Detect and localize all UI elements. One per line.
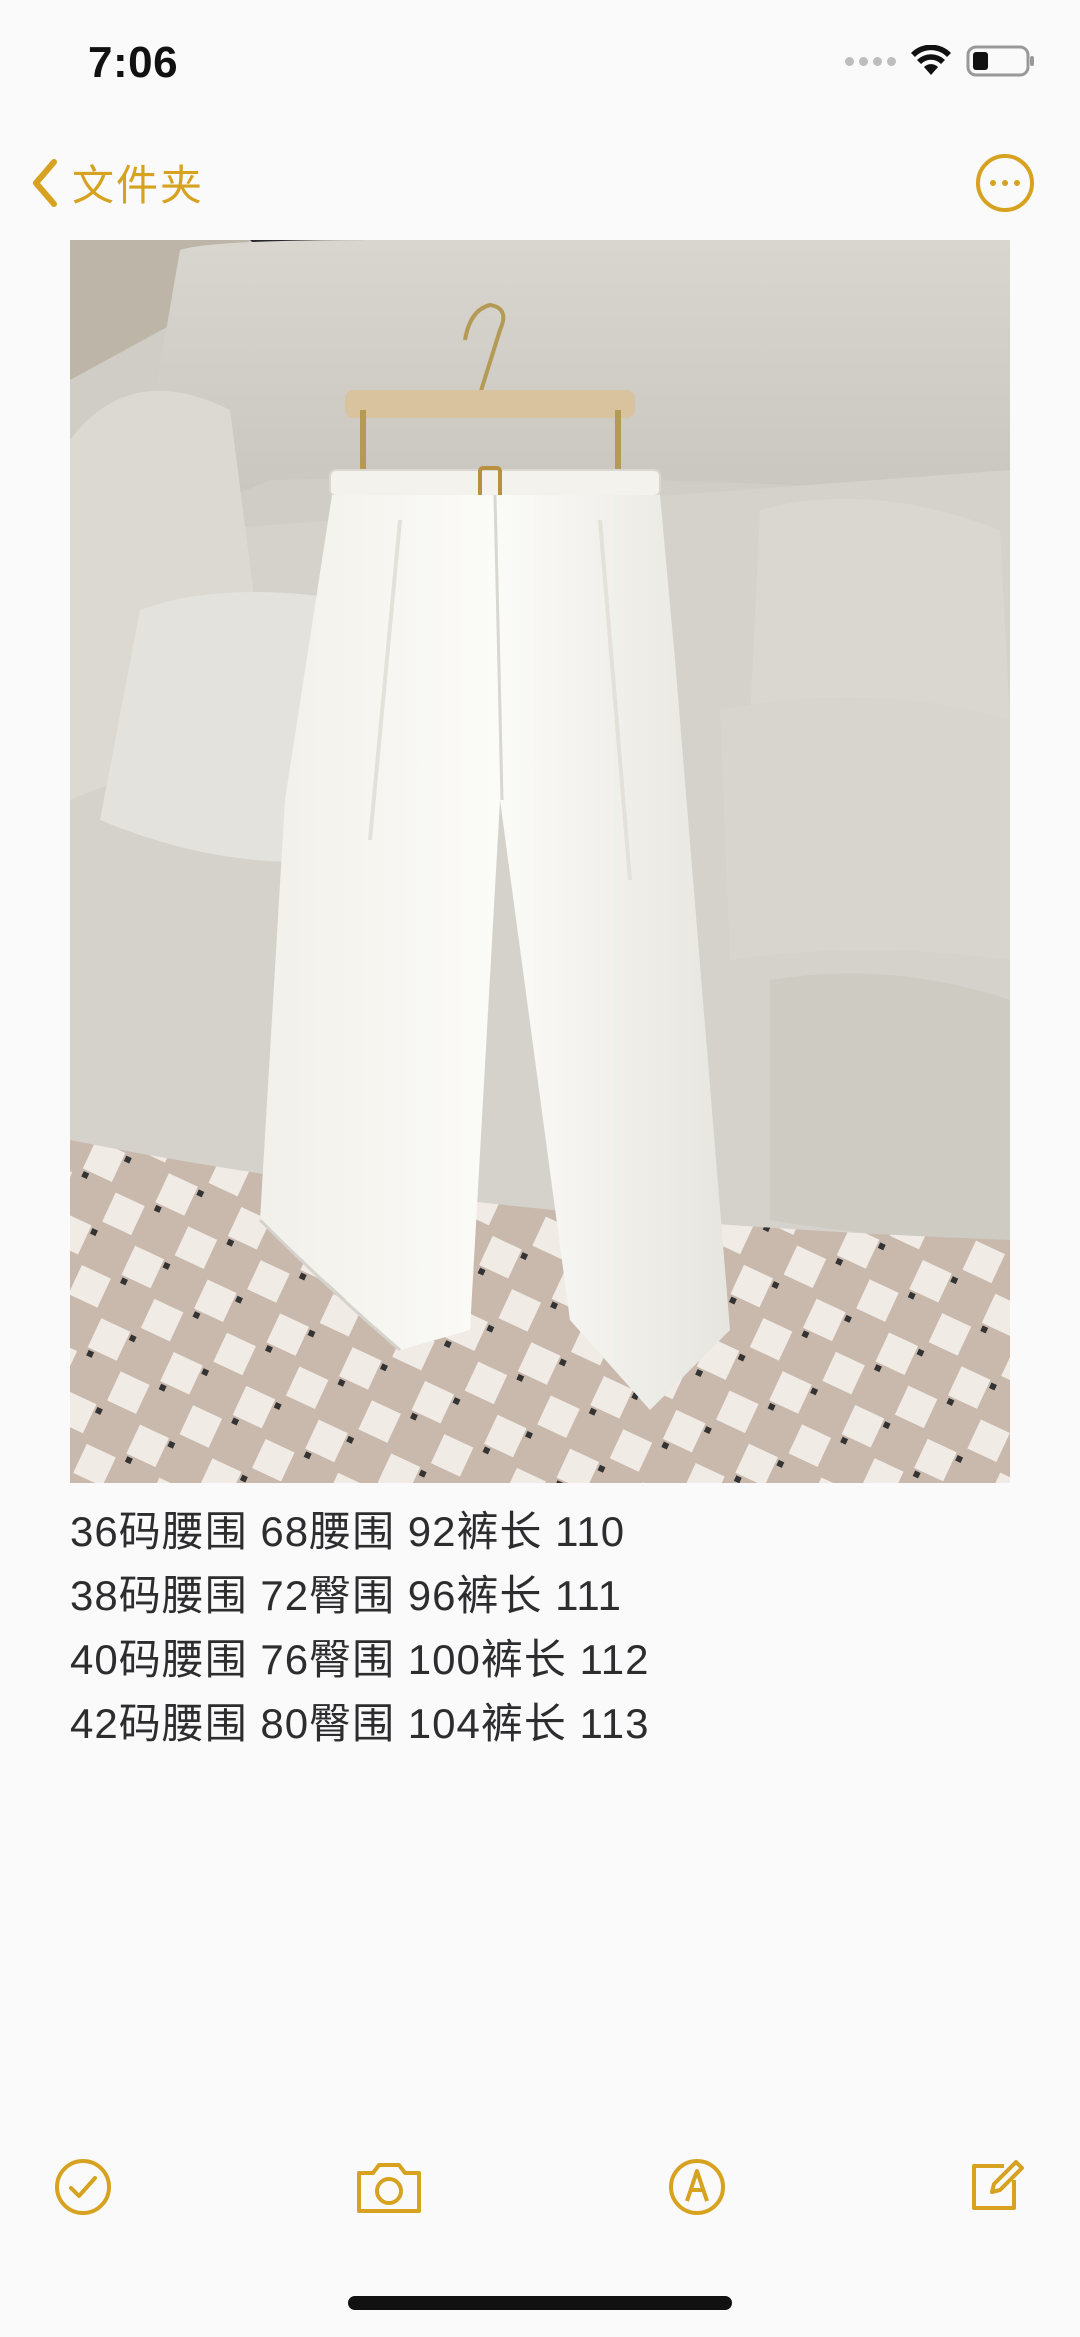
status-time: 7:06 — [88, 38, 179, 87]
navigation-bar: 文件夹 — [0, 140, 1080, 230]
home-indicator[interactable] — [348, 2296, 732, 2310]
note-body[interactable]: 36码腰围 68腰围 92裤长 110 38码腰围 72臀围 96裤长 111 … — [70, 1500, 1010, 1756]
cellular-signal-icon — [845, 56, 896, 66]
bottom-toolbar — [0, 2150, 1080, 2240]
note-line: 36码腰围 68腰围 92裤长 110 — [70, 1508, 626, 1555]
note-line: 40码腰围 76臀围 100裤长 112 — [70, 1636, 650, 1683]
note-image[interactable] — [70, 240, 1010, 1483]
chevron-left-icon — [33, 158, 57, 207]
note-line: 42码腰围 80臀围 104裤长 113 — [70, 1700, 650, 1747]
status-indicators — [845, 44, 1036, 78]
compose-icon[interactable] — [958, 2150, 1032, 2224]
note-line: 38码腰围 72臀围 96裤长 111 — [70, 1572, 622, 1619]
back-label: 文件夹 — [72, 162, 205, 209]
wifi-icon — [911, 45, 951, 75]
camera-icon[interactable] — [352, 2150, 426, 2224]
notes-screen: 7:06 文件夹 36码腰围 68腰围 92裤长 110 38码腰围 72臀围 … — [0, 0, 1080, 2337]
status-bar: 7:06 — [0, 0, 1080, 130]
ellipsis-circle-icon[interactable] — [976, 154, 1034, 212]
checklist-icon[interactable] — [46, 2150, 120, 2224]
battery-icon — [966, 45, 1034, 77]
markup-pen-icon[interactable] — [660, 2150, 734, 2224]
back-button[interactable]: 文件夹 — [28, 152, 204, 213]
